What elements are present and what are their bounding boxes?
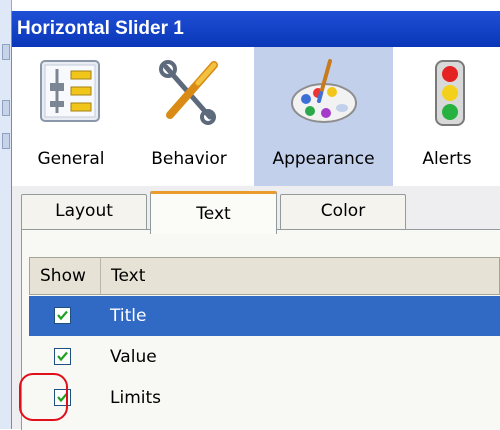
- toolbar-general-button[interactable]: General: [12, 47, 130, 186]
- grid-row-title[interactable]: Title: [29, 296, 500, 336]
- toolbar-alerts-label: Alerts: [422, 149, 472, 169]
- background-button: [2, 44, 10, 60]
- checkmark-icon: [57, 351, 68, 362]
- show-cell: [29, 296, 100, 336]
- row-label: Limits: [110, 388, 161, 408]
- show-title-checkbox[interactable]: [54, 307, 71, 324]
- tools-icon: [159, 60, 218, 125]
- column-header-show[interactable]: Show: [30, 258, 101, 294]
- appearance-tabs: Layout Text Color: [21, 191, 500, 234]
- general-layout-icon: [40, 60, 100, 122]
- traffic-light-icon: [435, 60, 465, 126]
- dialog-title: Horizontal Slider 1: [12, 11, 500, 47]
- tab-layout[interactable]: Layout: [21, 194, 147, 229]
- toolbar-general-label: General: [37, 149, 105, 169]
- category-toolbar: General Behavior Appearance Alerts: [12, 47, 500, 187]
- toolbar-behavior-label: Behavior: [151, 149, 227, 169]
- checkmark-icon: [57, 310, 68, 321]
- row-label: Title: [110, 306, 147, 326]
- annotation-circle: [19, 373, 68, 421]
- grid-header: Show Text: [29, 257, 500, 295]
- background-button: [2, 133, 10, 149]
- tab-color[interactable]: Color: [280, 194, 406, 229]
- column-header-text[interactable]: Text: [101, 258, 500, 294]
- toolbar-behavior-button[interactable]: Behavior: [130, 47, 248, 186]
- grid-row-limits[interactable]: Limits: [29, 378, 500, 418]
- show-value-checkbox[interactable]: [54, 348, 71, 365]
- background-button: [2, 100, 10, 116]
- palette-icon: [291, 59, 357, 123]
- tab-text[interactable]: Text: [150, 191, 277, 234]
- row-label: Value: [110, 347, 157, 367]
- show-cell: [29, 337, 100, 377]
- grid-row-value[interactable]: Value: [29, 337, 500, 377]
- toolbar-appearance-button[interactable]: Appearance: [254, 47, 393, 186]
- toolbar-appearance-label: Appearance: [272, 149, 375, 169]
- toolbar-alerts-button[interactable]: Alerts: [393, 47, 500, 186]
